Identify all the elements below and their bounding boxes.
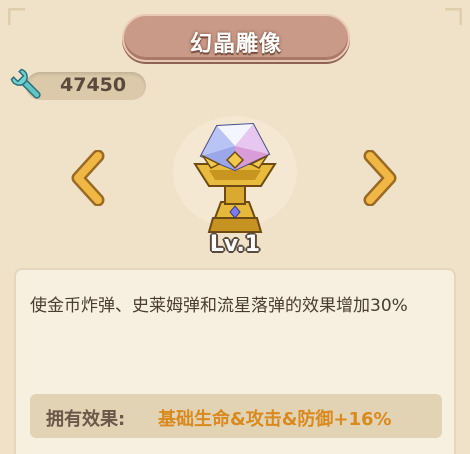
corner-ornament-icon (445, 8, 462, 25)
wrench-icon (10, 68, 41, 99)
chevron-left-icon[interactable] (68, 150, 108, 206)
owned-effect-value: 基础生命&攻击&防御+16% (158, 409, 392, 430)
effect-description: 使金币炸弹、史莱姆弹和流星落弹的效果增加30% (30, 296, 408, 316)
currency-amount: 47450 (60, 74, 127, 96)
chevron-right-icon[interactable] (360, 150, 400, 206)
corner-ornament-icon (8, 8, 25, 25)
page-title: 幻晶雕像 (189, 32, 282, 57)
crystal-statue-icon (173, 116, 297, 233)
owned-effect-label: 拥有效果: (46, 409, 126, 430)
item-level: Lv.1 (209, 232, 261, 257)
title-banner: 幻晶雕像 (122, 14, 350, 62)
statue-upgrade-screen: 幻晶雕像 47450 Lv.1 使金币炸弹、史莱姆弹和流星落弹的效果增加30% … (0, 0, 470, 454)
